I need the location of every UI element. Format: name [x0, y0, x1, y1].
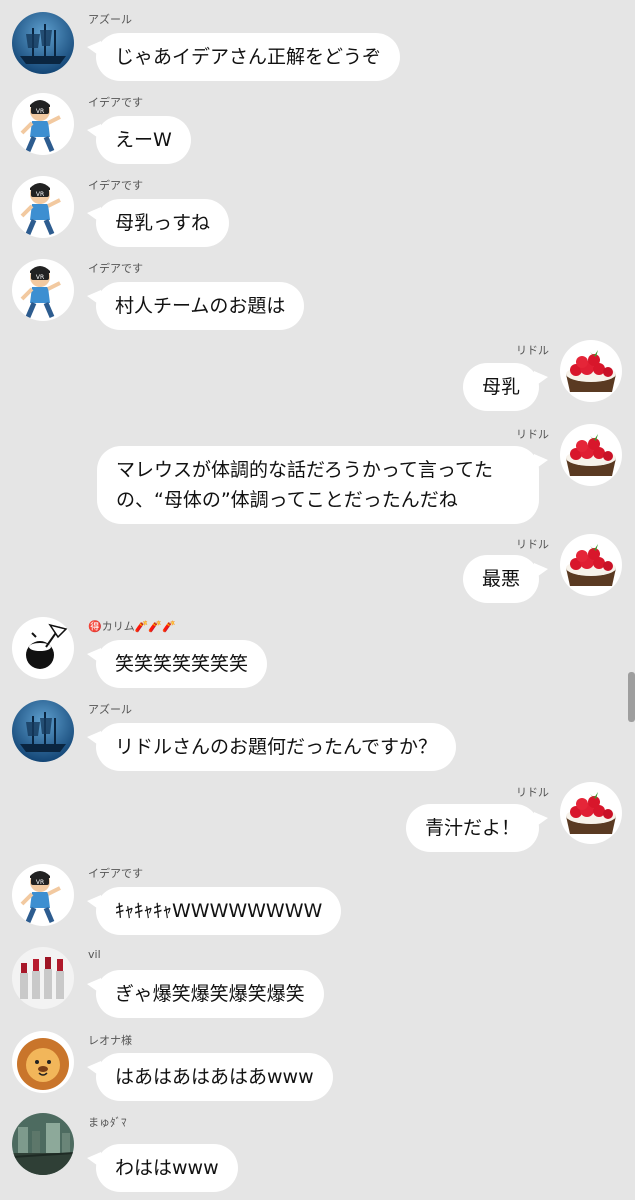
message-bubble[interactable]: わははwww	[87, 1144, 238, 1192]
message-bubble[interactable]: 笑笑笑笑笑笑笑	[86, 640, 268, 688]
vr-character-avatar[interactable]: VR	[12, 93, 74, 155]
sender-name: リドル	[516, 786, 549, 799]
message-bubble[interactable]: 村人チームのお題は	[86, 282, 305, 330]
sender-name: レオナ様	[88, 1034, 132, 1047]
sender-name: イデアです	[88, 179, 143, 192]
message-bubble[interactable]: ｷｬｷｬｷｬWWWWWWWW	[86, 887, 342, 935]
sender-name: まゅﾀﾞﾏ	[88, 1116, 127, 1129]
vr-character-avatar[interactable]: VR	[12, 176, 74, 238]
sender-name: リドル	[516, 344, 549, 357]
strawberry-tart-avatar[interactable]	[560, 340, 622, 402]
message-bubble[interactable]: えーW	[87, 116, 191, 164]
strawberry-tart-avatar[interactable]	[560, 534, 622, 596]
sender-name: イデアです	[88, 867, 143, 880]
vr-character-avatar[interactable]: VR	[12, 864, 74, 926]
lion-avatar[interactable]	[12, 1031, 74, 1093]
message-bubble[interactable]: マレウスが体調的な話だろうかって言ってたの、“母体の”体調ってことだったんだね	[97, 446, 548, 524]
sender-name: リドル	[516, 428, 549, 441]
message-bubble[interactable]: ぎゃ爆笑爆笑爆笑爆笑	[87, 970, 324, 1018]
sender-name: vil	[88, 948, 101, 961]
coconut-avatar[interactable]	[12, 617, 74, 679]
message-bubble[interactable]: じゃあイデアさん正解をどうぞ	[86, 33, 401, 81]
sender-name: イデアです	[88, 96, 143, 109]
vr-character-avatar[interactable]: VR	[12, 259, 74, 321]
message-bubble[interactable]: 最悪	[462, 555, 549, 603]
message-bubble[interactable]: 母乳	[462, 363, 549, 411]
lipsticks-avatar[interactable]	[12, 947, 74, 1009]
ship-avatar[interactable]	[12, 700, 74, 762]
sender-name: 🉐カリム🧨🧨🧨	[88, 620, 176, 633]
sender-name: イデアです	[88, 262, 143, 275]
message-bubble[interactable]: リドルさんのお題何だったんですか？	[86, 723, 457, 771]
sender-name: アズール	[88, 703, 132, 716]
message-bubble[interactable]: はあはあはあはあwww	[87, 1053, 333, 1101]
svg-text:VR: VR	[36, 274, 44, 281]
strawberry-tart-avatar[interactable]	[560, 424, 622, 486]
ruins-avatar[interactable]	[12, 1113, 74, 1175]
svg-text:VR: VR	[36, 879, 44, 886]
svg-text:VR: VR	[36, 108, 44, 115]
message-bubble[interactable]: 母乳っすね	[86, 199, 230, 247]
sender-name: アズール	[88, 13, 132, 26]
message-bubble[interactable]: 青汁だよ！	[405, 804, 549, 852]
sender-name: リドル	[516, 538, 549, 551]
scrollbar-thumb[interactable]	[628, 672, 635, 722]
strawberry-tart-avatar[interactable]	[560, 782, 622, 844]
svg-text:VR: VR	[36, 191, 44, 198]
ship-avatar[interactable]	[12, 12, 74, 74]
